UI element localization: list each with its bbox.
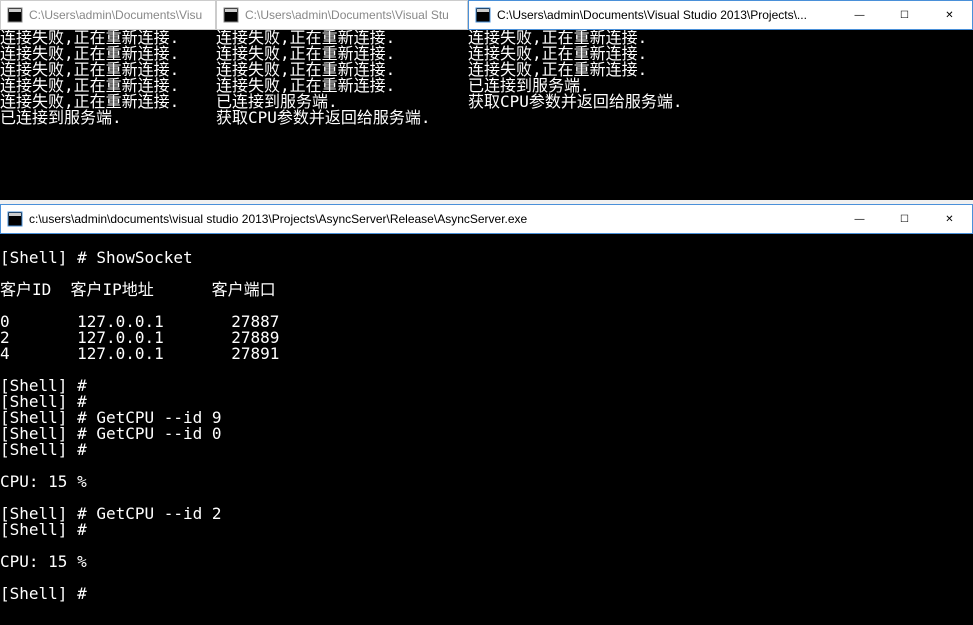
- close-button[interactable]: ✕: [927, 1, 972, 29]
- window-controls: — ☐ ✕: [837, 205, 972, 233]
- window-title: C:\Users\admin\Documents\Visual Stu: [245, 8, 467, 22]
- client-console-window-3: C:\Users\admin\Documents\Visual Studio 2…: [468, 0, 973, 200]
- console-output[interactable]: 连接失败,正在重新连接. 连接失败,正在重新连接. 连接失败,正在重新连接. 连…: [0, 30, 216, 200]
- window-controls: — ☐ ✕: [837, 1, 972, 29]
- window-title: c:\users\admin\documents\visual studio 2…: [29, 212, 837, 226]
- titlebar[interactable]: C:\Users\admin\Documents\Visu: [0, 0, 216, 30]
- minimize-button[interactable]: —: [837, 1, 882, 29]
- server-console-window: c:\users\admin\documents\visual studio 2…: [0, 204, 973, 625]
- maximize-button[interactable]: ☐: [882, 205, 927, 233]
- app-icon: [475, 7, 491, 23]
- titlebar[interactable]: c:\users\admin\documents\visual studio 2…: [0, 204, 973, 234]
- maximize-button[interactable]: ☐: [882, 1, 927, 29]
- titlebar[interactable]: C:\Users\admin\Documents\Visual Studio 2…: [468, 0, 973, 30]
- console-output[interactable]: 连接失败,正在重新连接. 连接失败,正在重新连接. 连接失败,正在重新连接. 已…: [468, 30, 973, 200]
- client-console-window-2: C:\Users\admin\Documents\Visual Stu 连接失败…: [216, 0, 468, 200]
- window-title: C:\Users\admin\Documents\Visual Studio 2…: [497, 8, 837, 22]
- app-icon: [7, 7, 23, 23]
- console-output[interactable]: [Shell] # ShowSocket 客户ID 客户IP地址 客户端口 0 …: [0, 234, 973, 625]
- client-console-window-1: C:\Users\admin\Documents\Visu 连接失败,正在重新连…: [0, 0, 216, 200]
- window-title: C:\Users\admin\Documents\Visu: [29, 8, 215, 22]
- app-icon: [223, 7, 239, 23]
- close-button[interactable]: ✕: [927, 205, 972, 233]
- minimize-button[interactable]: —: [837, 205, 882, 233]
- console-output[interactable]: 连接失败,正在重新连接. 连接失败,正在重新连接. 连接失败,正在重新连接. 连…: [216, 30, 468, 200]
- titlebar[interactable]: C:\Users\admin\Documents\Visual Stu: [216, 0, 468, 30]
- app-icon: [7, 211, 23, 227]
